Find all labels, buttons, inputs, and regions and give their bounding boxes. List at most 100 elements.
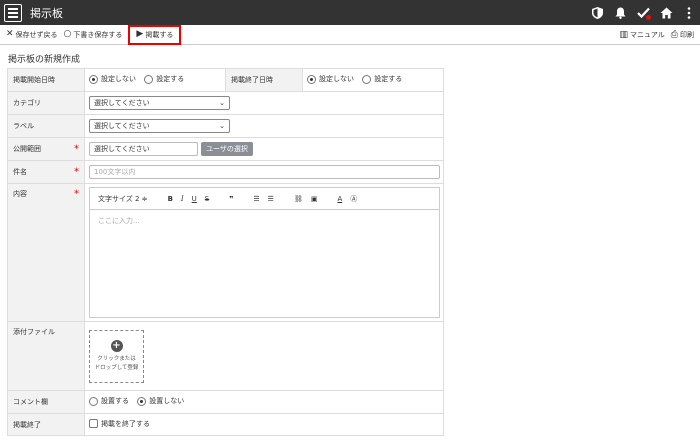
scope-value: 選択してください [94, 145, 150, 153]
close-icon: ✕ [6, 29, 14, 39]
action-toolbar: ✕ 保存せず戻る ○ 下書き保存する ▶ 掲載する ▥ マニュアル ⎙ 印刷 [0, 24, 700, 45]
back-without-saving-button[interactable]: ✕ 保存せず戻る [6, 27, 58, 43]
option-label: 設定しない [101, 75, 136, 84]
option-label: 設定する [374, 75, 403, 84]
more-vertical-icon[interactable] [682, 6, 696, 20]
scope-label: 公開範囲 * [7, 137, 85, 161]
font-color-icon[interactable]: A [337, 195, 342, 203]
option-label: 設定する [156, 75, 185, 84]
start-radio-off[interactable]: 設定しない [89, 74, 136, 84]
circle-icon: ○ [63, 29, 72, 39]
radio-icon [362, 74, 372, 84]
save-draft-label: 下書き保存する [73, 30, 123, 39]
back-without-saving-label: 保存せず戻る [15, 30, 58, 39]
finish-field: 掲載を終了する [84, 413, 444, 436]
required-mark: * [74, 188, 79, 200]
option-label: 設定しない [319, 75, 354, 84]
dropzone-line-1: クリックまたは [97, 355, 136, 362]
strikethrough-icon[interactable]: S [205, 195, 209, 203]
category-field: 選択してください ⌄ [84, 91, 444, 115]
finish-checkbox[interactable]: 掲載を終了する [89, 419, 150, 429]
editor-toolbar: 文字サイズ 2 ≑ B I U S ❞ ☰ ☰ ⛓ ▣ A Ⓐ [90, 188, 439, 210]
start-radio-on[interactable]: 設定する [144, 74, 184, 84]
editor-body[interactable]: ここに入力... [90, 210, 439, 232]
category-label: カテゴリ [7, 91, 85, 115]
manual-label: マニュアル [630, 31, 665, 39]
label-field: 選択してください ⌄ [84, 114, 444, 138]
label-field-label: ラベル [7, 114, 85, 138]
manual-button[interactable]: ▥ マニュアル [619, 27, 664, 43]
save-draft-button[interactable]: ○ 下書き保存する [64, 27, 123, 43]
finish-label: 掲載終了 [7, 413, 85, 436]
plus-icon: + [110, 339, 123, 352]
underline-icon[interactable]: U [192, 195, 197, 203]
row-subject: 件名 * 100文字以内 [7, 160, 444, 184]
comment-field: 設置する 設置しない [84, 390, 444, 414]
content-label: 内容 * [7, 183, 85, 322]
publish-button[interactable]: ▶ 掲載する [128, 24, 182, 45]
label-select[interactable]: 選択してください ⌄ [89, 119, 230, 133]
dropzone-line-2: ドロップして登録 [94, 364, 139, 371]
content-label-text: 内容 [13, 190, 27, 198]
title-bar-icons [590, 0, 696, 25]
title-bar: 掲示板 [0, 0, 700, 25]
checkbox-icon [89, 419, 98, 429]
category-select[interactable]: 選択してください ⌄ [89, 96, 230, 110]
chevron-down-icon: ⌄ [219, 99, 225, 107]
hamburger-menu-icon[interactable] [4, 3, 22, 22]
required-mark: * [74, 143, 79, 155]
quote-icon[interactable]: ❞ [229, 195, 233, 203]
ordered-list-icon[interactable]: ☰ [253, 195, 259, 203]
required-mark: * [74, 166, 79, 178]
select-users-button[interactable]: ユーザの選択 [201, 142, 253, 156]
finish-checkbox-label: 掲載を終了する [101, 419, 150, 428]
shield-icon[interactable] [590, 6, 604, 20]
label-value: 選択してください [94, 122, 150, 130]
print-label: 印刷 [680, 31, 694, 39]
subject-placeholder: 100文字以内 [94, 168, 136, 176]
scope-input[interactable]: 選択してください [89, 142, 198, 156]
row-start-end: 掲載開始日時 設定しない 設定する 掲載終了日時 設定しない 設定する [7, 68, 444, 92]
home-icon[interactable] [659, 6, 673, 20]
end-date-label: 掲載終了日時 [225, 68, 303, 92]
link-icon[interactable]: ⛓ [294, 195, 303, 203]
clear-format-icon[interactable]: Ⓐ [350, 194, 357, 204]
app-title: 掲示板 [30, 6, 63, 20]
rich-text-editor: 文字サイズ 2 ≑ B I U S ❞ ☰ ☰ ⛓ ▣ A Ⓐ ここに入力... [89, 187, 440, 318]
row-label: ラベル 選択してください ⌄ [7, 114, 444, 138]
file-dropzone[interactable]: + クリックまたは ドロップして登録 [89, 329, 144, 383]
radio-icon [144, 74, 154, 84]
comment-radio-on[interactable]: 設置する [89, 396, 129, 406]
bulletin-form: 掲載開始日時 設定しない 設定する 掲載終了日時 設定しない 設定する カテゴリ… [7, 68, 444, 436]
print-button[interactable]: ⎙ 印刷 [671, 27, 694, 43]
comment-radio-off[interactable]: 設置しない [137, 396, 184, 406]
bold-icon[interactable]: B [168, 195, 173, 203]
option-label: 設置する [101, 397, 129, 406]
end-radio-on[interactable]: 設定する [362, 74, 402, 84]
start-date-label: 掲載開始日時 [7, 68, 85, 92]
publish-label: 掲載する [145, 30, 174, 39]
subject-label-text: 件名 [13, 168, 27, 176]
row-category: カテゴリ 選択してください ⌄ [7, 91, 444, 115]
printer-icon: ⎙ [670, 29, 678, 40]
font-size-select[interactable]: 文字サイズ 2 ≑ [98, 194, 148, 204]
play-icon: ▶ [136, 29, 144, 39]
toolbar-right: ▥ マニュアル ⎙ 印刷 [619, 25, 694, 45]
italic-icon[interactable]: I [181, 195, 184, 203]
end-radio-off[interactable]: 設定しない [307, 74, 354, 84]
check-icon[interactable] [636, 6, 651, 20]
image-icon[interactable]: ▣ [311, 195, 318, 203]
radio-selected-icon [307, 74, 316, 84]
row-comment: コメント欄 設置する 設置しない [7, 390, 444, 414]
end-date-field: 設定しない 設定する [302, 68, 444, 92]
row-scope: 公開範囲 * 選択してください ユーザの選択 [7, 137, 444, 161]
comment-label: コメント欄 [7, 390, 85, 414]
bell-icon[interactable] [613, 6, 627, 20]
subject-field: 100文字以内 [84, 160, 444, 184]
subject-label: 件名 * [7, 160, 85, 184]
subject-input[interactable]: 100文字以内 [89, 165, 440, 179]
radio-selected-icon [89, 74, 98, 84]
bullet-list-icon[interactable]: ☰ [268, 195, 274, 203]
chevron-down-icon: ⌄ [219, 122, 225, 130]
attachment-field: + クリックまたは ドロップして登録 [84, 321, 444, 391]
